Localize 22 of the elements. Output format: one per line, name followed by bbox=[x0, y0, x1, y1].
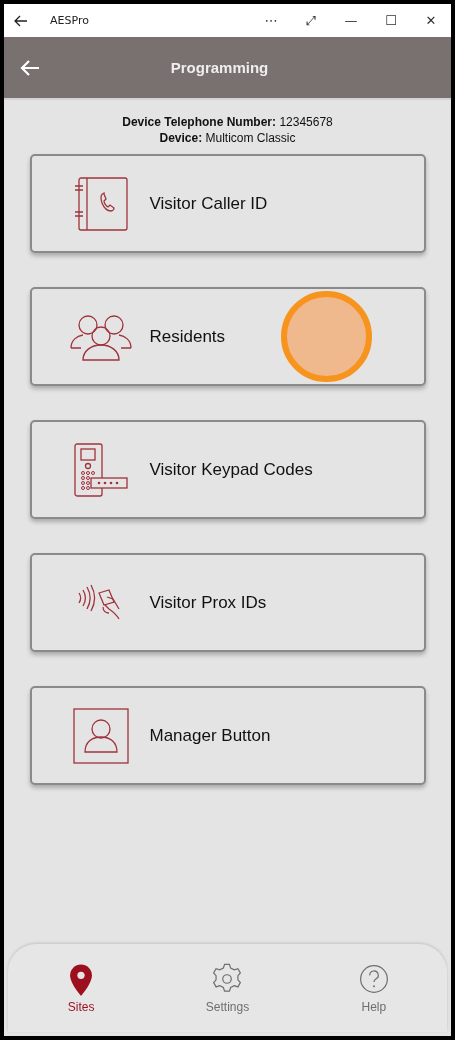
more-button[interactable]: ⋯ bbox=[251, 4, 291, 37]
menu-card-button[interactable]: Residents bbox=[29, 287, 426, 386]
phonebook-icon bbox=[72, 175, 129, 232]
nav-tab[interactable]: Help bbox=[328, 962, 419, 1014]
menu-card-button[interactable]: Visitor Keypad Codes bbox=[29, 420, 426, 519]
nav-tab[interactable]: Sites bbox=[36, 962, 127, 1014]
device-model-text: Device: Multicom Classic bbox=[158, 130, 297, 146]
menu-card-button[interactable]: Visitor Caller ID bbox=[29, 154, 426, 253]
nav-tab[interactable]: Settings bbox=[182, 962, 273, 1014]
back-icon[interactable] bbox=[14, 14, 28, 27]
minimize-button[interactable]: — bbox=[331, 4, 371, 37]
menu-card-button[interactable]: Visitor Prox IDs bbox=[29, 553, 426, 652]
maximize-button[interactable]: ☐ bbox=[371, 4, 411, 37]
page-title: Programming bbox=[169, 59, 270, 76]
menu-card-button[interactable]: Manager Button bbox=[29, 686, 426, 785]
person-portrait-icon bbox=[72, 707, 129, 764]
device-phone-text: Device Telephone Number: 12345678 bbox=[122, 114, 333, 130]
back-arrow-icon[interactable] bbox=[20, 59, 40, 76]
window-title: AESPro bbox=[50, 14, 89, 27]
close-button[interactable]: ✕ bbox=[411, 4, 451, 37]
compact-overlay-button[interactable]: ⤢ bbox=[291, 4, 331, 37]
door-keypad-icon bbox=[72, 441, 129, 498]
